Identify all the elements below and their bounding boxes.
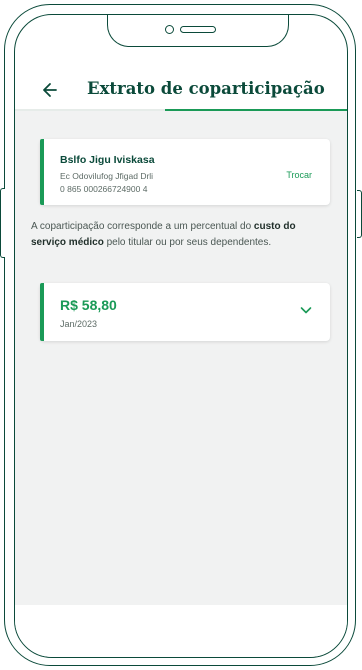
statement-period: Jan/2023 — [60, 319, 98, 329]
statement-amount: R$ 58,80 — [60, 297, 117, 313]
page-title: Extrato de coparticipação — [87, 79, 325, 98]
back-button[interactable] — [37, 81, 59, 99]
speaker-grille — [180, 26, 216, 33]
phone-side-button-right — [357, 190, 362, 238]
beneficiary-plan: Ec Odovilufog Jfigad Drli — [60, 171, 154, 181]
info-text-end: pelo titular ou por seus dependentes. — [103, 236, 272, 248]
arrow-left-icon — [43, 83, 57, 97]
swap-beneficiary-link[interactable]: Trocar — [286, 170, 312, 180]
bottom-safe-area — [15, 605, 347, 657]
camera-icon — [165, 25, 174, 34]
beneficiary-name: Bslfo Jigu Iviskasa — [60, 154, 155, 166]
info-text: A coparticipação corresponde a um percen… — [31, 219, 331, 250]
content-area: Bslfo Jigu Iviskasa Ec Odovilufog Jfigad… — [15, 111, 347, 605]
phone-side-button-left — [0, 188, 5, 258]
phone-notch — [107, 15, 289, 47]
phone-screen: Extrato de coparticipação Bslfo Jigu Ivi… — [14, 14, 348, 658]
statement-card[interactable]: R$ 58,80 Jan/2023 — [40, 283, 330, 341]
chevron-down-icon[interactable] — [300, 305, 312, 315]
beneficiary-card-number: 0 865 000266724900 4 — [60, 184, 148, 194]
app-header: Extrato de coparticipação — [15, 67, 347, 111]
info-text-start: A coparticipação corresponde a um percen… — [31, 221, 254, 232]
card-accent-bar — [40, 139, 44, 205]
beneficiary-card: Bslfo Jigu Iviskasa Ec Odovilufog Jfigad… — [40, 139, 330, 205]
card-accent-bar — [40, 283, 44, 341]
